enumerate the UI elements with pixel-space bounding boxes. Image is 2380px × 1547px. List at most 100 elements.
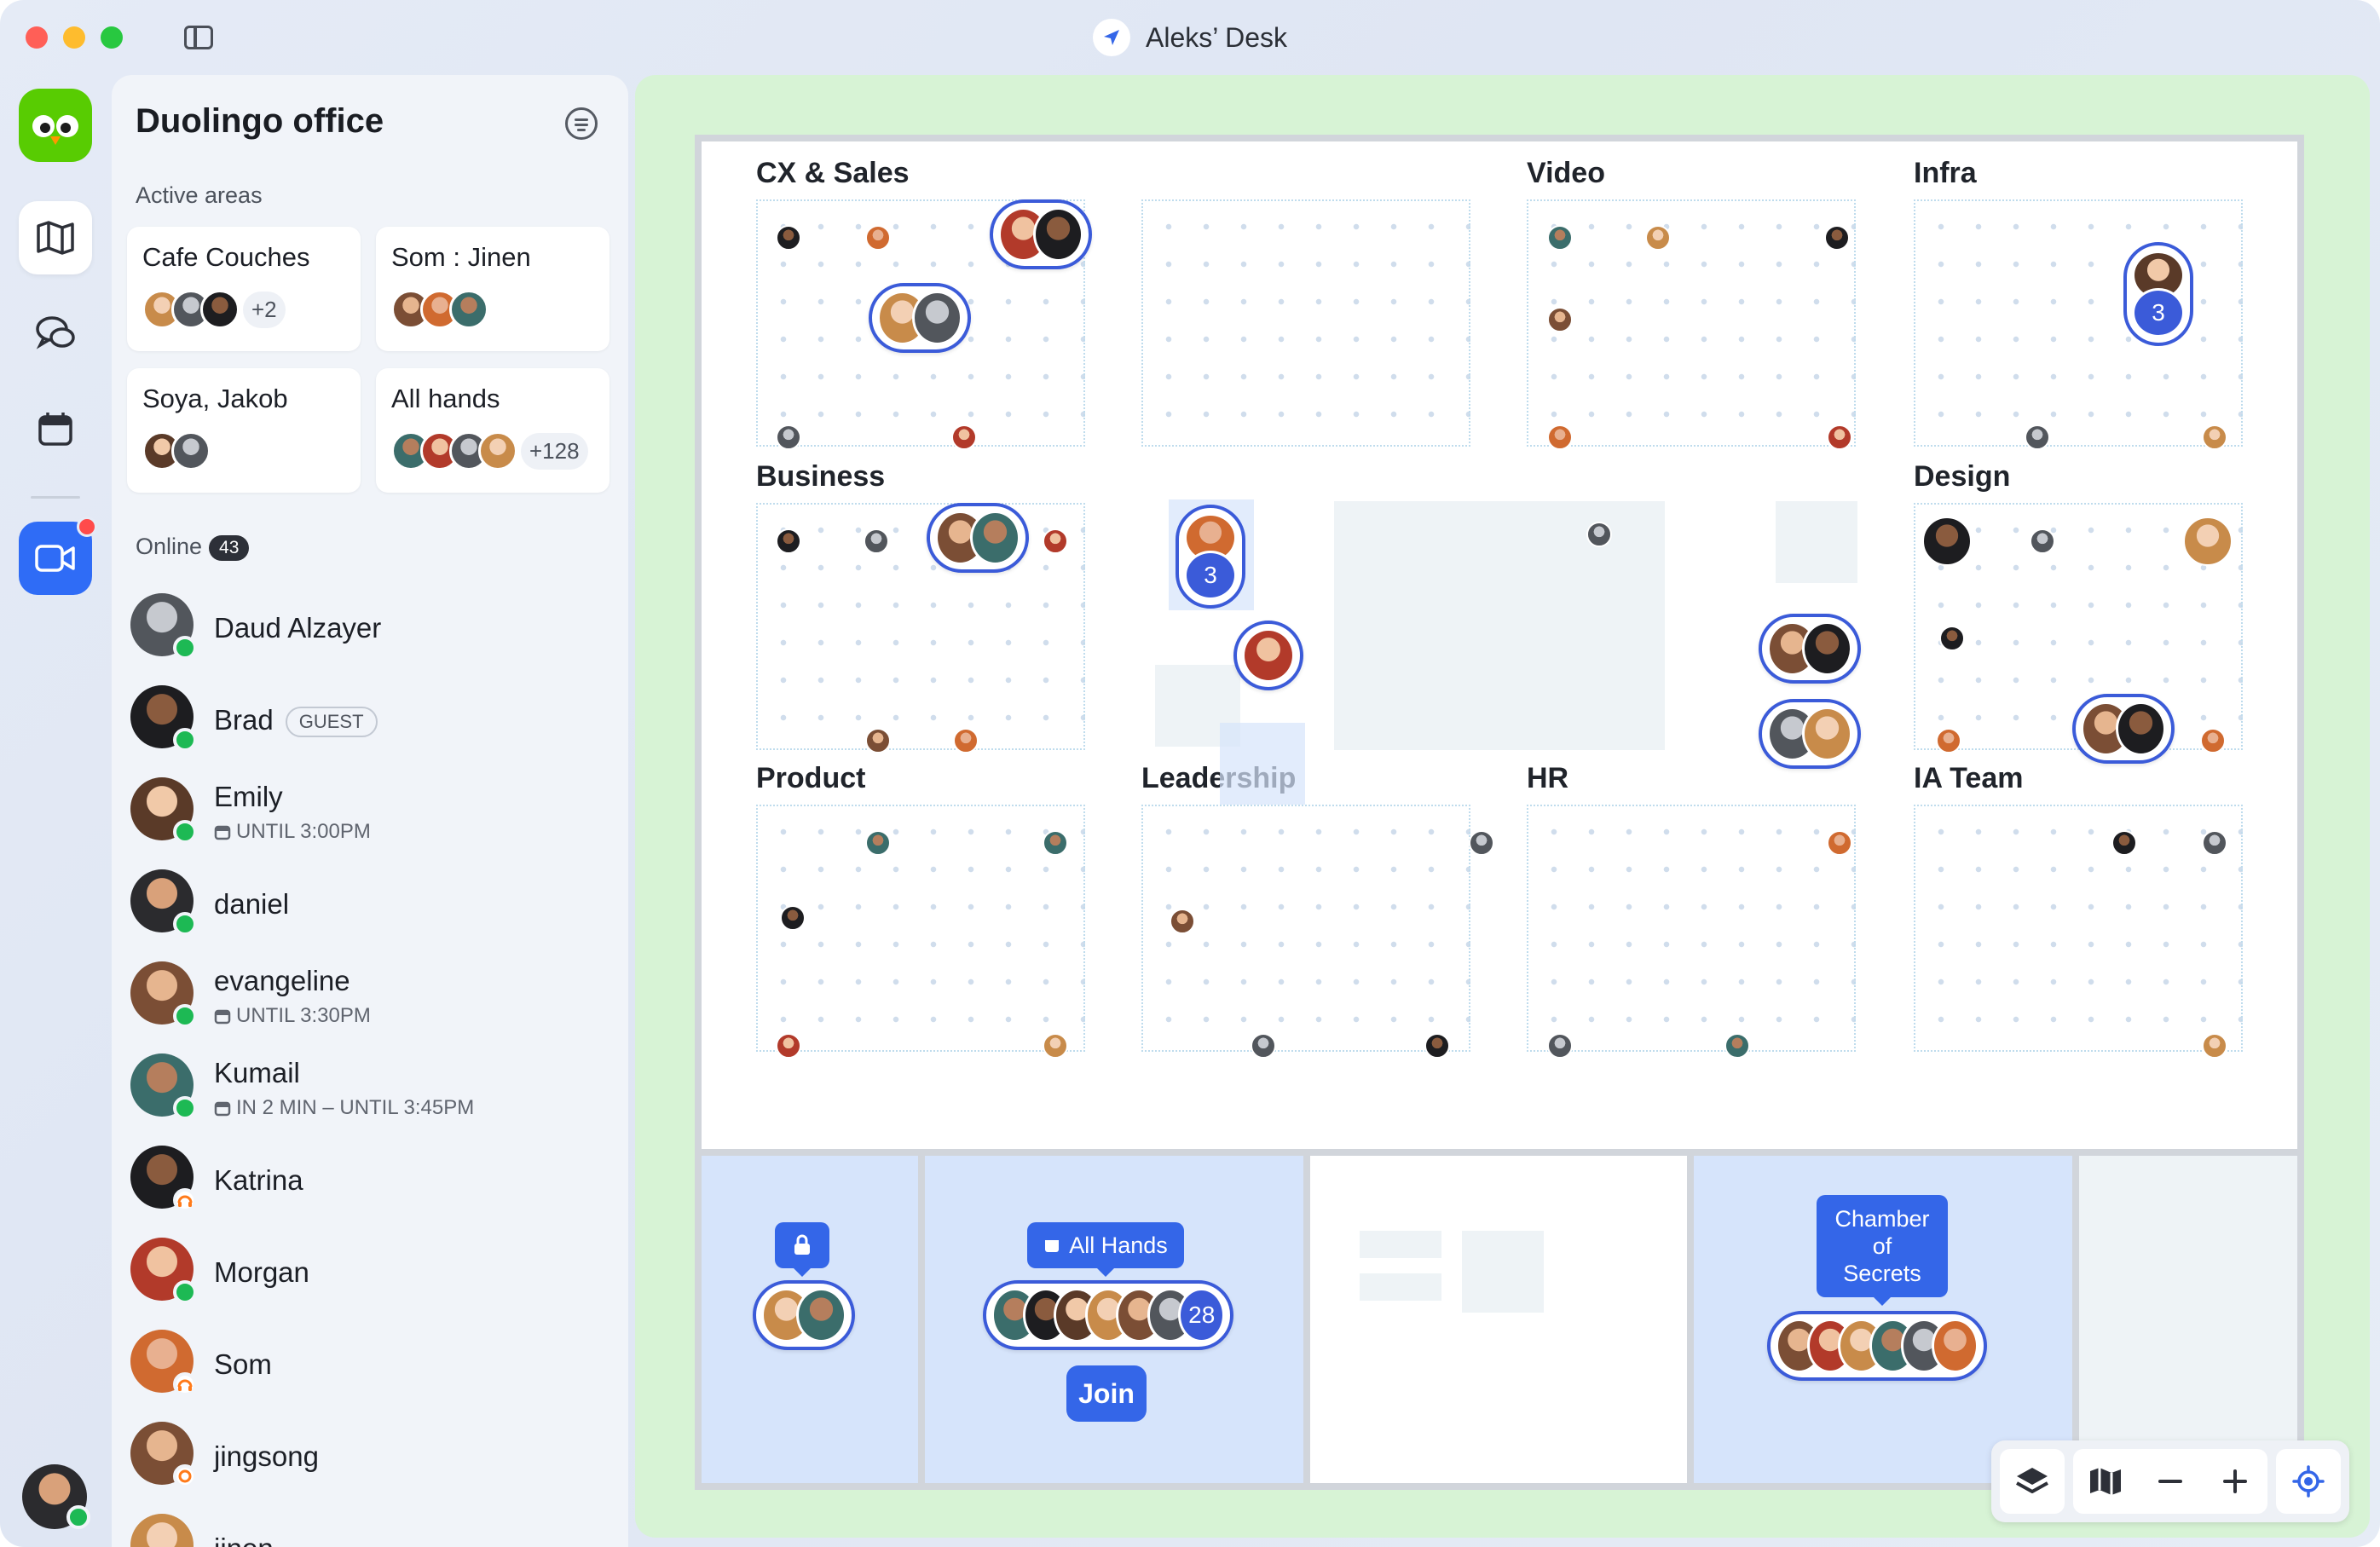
- avatar[interactable]: [2202, 1033, 2227, 1059]
- avatar[interactable]: [951, 424, 977, 450]
- people-cluster[interactable]: [990, 199, 1092, 269]
- desk-area-hr[interactable]: [1527, 805, 1856, 1052]
- avatar[interactable]: [1547, 225, 1573, 251]
- map-toolbar: [1991, 1440, 2349, 1522]
- person-row[interactable]: Som: [130, 1330, 608, 1406]
- avatar[interactable]: [780, 905, 806, 931]
- zoom-out-icon[interactable]: [2138, 1449, 2203, 1514]
- person-row[interactable]: Emily UNTIL 3:00PM: [130, 777, 608, 854]
- people-cluster[interactable]: [2072, 694, 2175, 764]
- person-row[interactable]: Katrina: [130, 1146, 608, 1222]
- avatar[interactable]: [1586, 522, 1612, 547]
- avatar[interactable]: [1824, 225, 1850, 251]
- wall: [1687, 1156, 1694, 1483]
- zone-title: HR: [1527, 762, 1569, 794]
- avatar[interactable]: [1469, 830, 1494, 856]
- people-cluster[interactable]: [1759, 614, 1861, 684]
- avatar[interactable]: [1170, 909, 1195, 934]
- avatar[interactable]: [2030, 528, 2055, 554]
- people-cluster[interactable]: 28: [983, 1280, 1233, 1350]
- desk-area-empty[interactable]: [1141, 199, 1470, 447]
- avatar[interactable]: [1939, 626, 1965, 651]
- wall: [2072, 1156, 2079, 1483]
- map-icon[interactable]: [2073, 1449, 2138, 1514]
- avatar[interactable]: [865, 225, 891, 251]
- office-map[interactable]: CX & Sales Video Infra Business Design P…: [635, 75, 2370, 1538]
- people-cluster[interactable]: 3: [1176, 505, 1245, 609]
- avatar[interactable]: [1547, 424, 1573, 450]
- area-avatars: [391, 290, 488, 329]
- video-icon[interactable]: [19, 517, 97, 595]
- avatar[interactable]: [2111, 830, 2137, 856]
- avatar[interactable]: [1827, 424, 1852, 450]
- avatar[interactable]: [864, 528, 889, 554]
- avatar[interactable]: [1043, 528, 1068, 554]
- person-row[interactable]: Morgan: [130, 1238, 608, 1314]
- status-indicator: [173, 1280, 197, 1304]
- avatar[interactable]: [1424, 1033, 1450, 1059]
- avatar[interactable]: [1547, 307, 1573, 332]
- people-cluster[interactable]: [1233, 621, 1303, 690]
- layers-icon[interactable]: [2000, 1449, 2065, 1514]
- avatar[interactable]: [1547, 1033, 1573, 1059]
- person-row[interactable]: Daud Alzayer: [130, 593, 608, 670]
- avatar[interactable]: [2202, 424, 2227, 450]
- area-name: Soya, Jakob: [142, 384, 288, 413]
- avatar[interactable]: [953, 728, 979, 753]
- avatar[interactable]: [776, 1033, 801, 1059]
- duolingo-logo[interactable]: [19, 89, 92, 162]
- avatar[interactable]: [1724, 1033, 1750, 1059]
- avatar[interactable]: [2202, 830, 2227, 856]
- avatar: [796, 1288, 846, 1342]
- avatar[interactable]: [776, 424, 801, 450]
- person-row[interactable]: daniel: [130, 869, 608, 946]
- person-row[interactable]: jinen: [130, 1514, 608, 1547]
- avatar[interactable]: [2183, 517, 2233, 566]
- people-cluster[interactable]: 3: [2123, 242, 2193, 346]
- window-title: Aleks’ Desk: [1146, 21, 1287, 53]
- people-cluster[interactable]: [869, 283, 971, 353]
- cluster-count: 3: [2132, 288, 2185, 338]
- people-cluster[interactable]: [1767, 1311, 1987, 1381]
- person-row[interactable]: evangeline UNTIL 3:30PM: [130, 961, 608, 1038]
- area-card[interactable]: Som : Jinen: [376, 227, 609, 351]
- online-label-text: Online: [136, 534, 203, 559]
- locate-icon[interactable]: [2276, 1449, 2341, 1514]
- desk-area-business[interactable]: [756, 503, 1085, 750]
- wall: [695, 1149, 2304, 1156]
- avatar[interactable]: [1936, 728, 1961, 753]
- desk-area-product[interactable]: [756, 805, 1085, 1052]
- desk-area-infra[interactable]: [1914, 199, 2243, 447]
- avatar[interactable]: [865, 728, 891, 753]
- app-window: Aleks’ Desk Duolingo office Active areas…: [0, 0, 2380, 1547]
- person-row[interactable]: jingsong: [130, 1422, 608, 1498]
- avatar[interactable]: [865, 830, 891, 856]
- panel-title: Duolingo office: [136, 102, 384, 140]
- people-cluster[interactable]: [753, 1280, 855, 1350]
- desk-area-ia-team[interactable]: [1914, 805, 2243, 1052]
- avatar[interactable]: [1043, 830, 1068, 856]
- join-button[interactable]: Join: [1066, 1365, 1147, 1422]
- person-row[interactable]: Brad GUEST: [130, 685, 608, 762]
- avatar[interactable]: [1043, 1033, 1068, 1059]
- avatar[interactable]: [1827, 830, 1852, 856]
- avatar[interactable]: [1922, 517, 1972, 566]
- avatar[interactable]: [1645, 225, 1671, 251]
- calendar-icon[interactable]: [19, 392, 92, 465]
- map-icon[interactable]: [19, 201, 92, 274]
- avatar[interactable]: [1251, 1033, 1276, 1059]
- area-card[interactable]: All hands +128: [376, 368, 609, 493]
- filter-menu-icon[interactable]: [565, 107, 598, 140]
- people-cluster[interactable]: [1759, 699, 1861, 769]
- area-card[interactable]: Soya, Jakob: [127, 368, 361, 493]
- people-cluster[interactable]: [927, 503, 1029, 573]
- avatar[interactable]: [2025, 424, 2050, 450]
- avatar[interactable]: [776, 225, 801, 251]
- person-row[interactable]: Kumail IN 2 MIN – UNTIL 3:45PM: [130, 1053, 608, 1130]
- avatar[interactable]: [776, 528, 801, 554]
- avatar[interactable]: [2200, 728, 2226, 753]
- desk-area-video[interactable]: [1527, 199, 1856, 447]
- area-card[interactable]: Cafe Couches +2: [127, 227, 361, 351]
- zoom-in-icon[interactable]: [2203, 1449, 2267, 1514]
- chat-icon[interactable]: [19, 297, 92, 370]
